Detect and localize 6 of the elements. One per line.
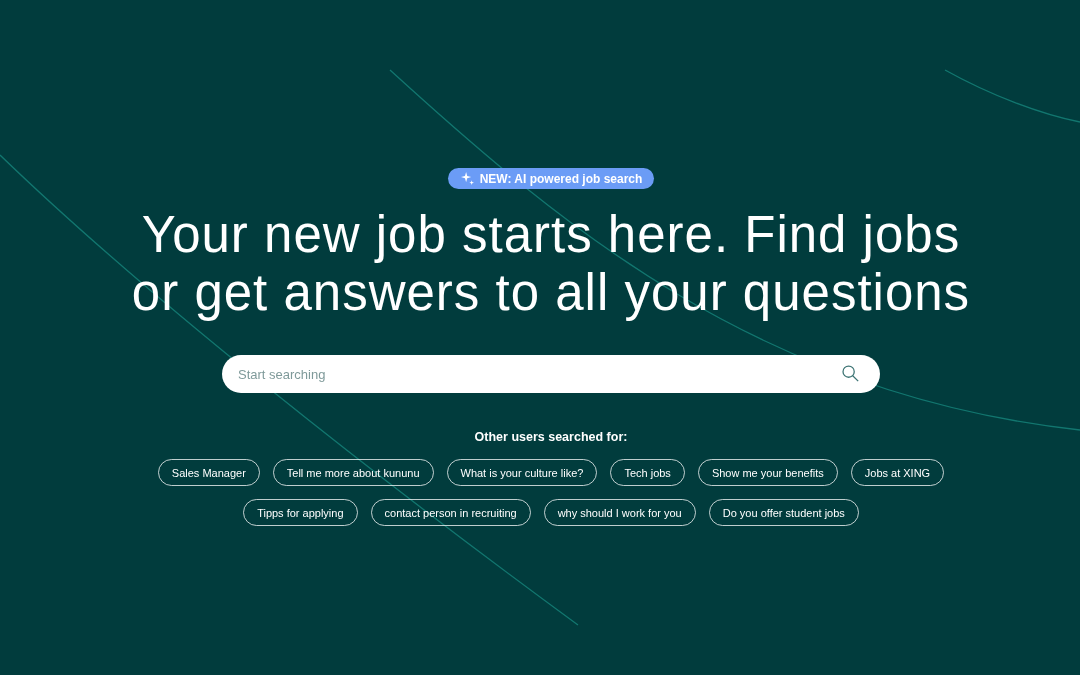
search-icon[interactable] [842, 365, 859, 382]
search-field[interactable]: Start searching [222, 355, 880, 393]
sparkle-icon [460, 172, 474, 185]
suggestions-label: Other users searched for: [474, 430, 628, 444]
headline: Your new job starts here. Find jobs or get answers to all your questions [130, 206, 972, 322]
badge-text: NEW: AI powered job search [479, 171, 643, 186]
